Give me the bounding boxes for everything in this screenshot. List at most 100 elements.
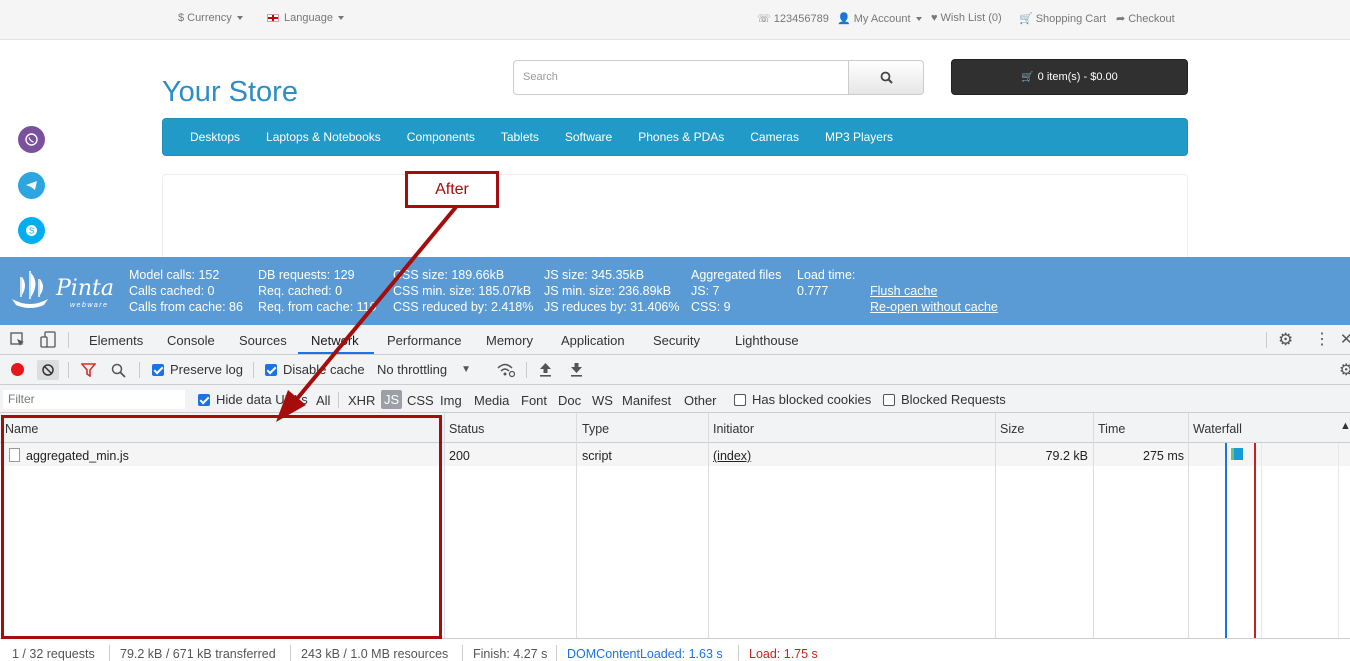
skype-icon[interactable]: S — [18, 217, 45, 244]
type-filter-doc[interactable]: Doc — [558, 393, 581, 408]
user-icon: 👤 — [837, 13, 851, 25]
inspect-element-icon[interactable] — [10, 332, 26, 348]
request-time: 275 ms — [1143, 449, 1184, 463]
checkbox-checked — [198, 393, 210, 406]
tab-console[interactable]: Console — [167, 333, 215, 348]
column-header-time[interactable]: Time — [1098, 422, 1125, 436]
search-input[interactable]: Search — [513, 60, 849, 95]
divider — [109, 645, 110, 661]
clear-button[interactable] — [37, 360, 59, 380]
close-icon[interactable]: ✕ — [1340, 330, 1350, 348]
record-icon[interactable] — [11, 363, 24, 376]
filter-input[interactable]: Filter — [3, 390, 185, 409]
waterfall-grid-line — [1338, 443, 1339, 661]
preserve-log-checkbox[interactable]: Preserve log — [152, 362, 243, 377]
tab-network[interactable]: Network — [311, 333, 359, 348]
flag-icon — [267, 14, 279, 22]
menu-item-software[interactable]: Software — [552, 130, 625, 144]
language-dropdown[interactable]: Language — [267, 12, 344, 24]
type-filter-media[interactable]: Media — [474, 393, 509, 408]
flush-cache-link[interactable]: Flush cache — [870, 283, 937, 299]
network-settings-gear-icon[interactable]: ⚙ — [1339, 360, 1350, 380]
throttling-select[interactable]: No throttling ▼ — [377, 362, 471, 377]
menu-item-phones[interactable]: Phones & PDAs — [625, 130, 737, 144]
tab-elements[interactable]: Elements — [89, 333, 143, 348]
phone-link[interactable]: ☏ 123456789 — [757, 12, 829, 26]
type-filter-xhr[interactable]: XHR — [348, 393, 375, 408]
menu-item-laptops[interactable]: Laptops & Notebooks — [253, 130, 394, 144]
menu-item-mp3[interactable]: MP3 Players — [812, 130, 906, 144]
type-filter-all[interactable]: All — [316, 393, 330, 408]
export-har-icon[interactable] — [570, 362, 583, 377]
caret-down-icon — [337, 16, 344, 20]
menu-item-components[interactable]: Components — [394, 130, 488, 144]
load-time: Load: 1.75 s — [749, 647, 818, 661]
search-icon[interactable] — [111, 363, 126, 378]
import-har-icon[interactable] — [539, 362, 552, 377]
column-header-size[interactable]: Size — [1000, 422, 1024, 436]
device-toolbar-icon[interactable] — [40, 331, 56, 349]
reopen-without-cache-link[interactable]: Re-open without cache — [870, 299, 998, 315]
type-filter-img[interactable]: Img — [440, 393, 462, 408]
menu-item-tablets[interactable]: Tablets — [488, 130, 552, 144]
shopping-cart-link[interactable]: 🛒 Shopping Cart — [1019, 12, 1106, 26]
divider — [462, 645, 463, 661]
request-initiator-link[interactable]: (index) — [713, 449, 751, 463]
pinta-aggregated-stats: Aggregated files JS: 7 CSS: 9 — [691, 268, 782, 314]
wish-list-link[interactable]: ♥ Wish List (0) — [931, 12, 1002, 24]
checkout-link[interactable]: ➦ Checkout — [1116, 12, 1175, 26]
request-status: 200 — [449, 449, 470, 463]
type-filter-manifest[interactable]: Manifest — [622, 393, 671, 408]
menu-item-cameras[interactable]: Cameras — [737, 130, 812, 144]
more-options-icon[interactable]: ⋮ — [1314, 329, 1330, 349]
column-header-status[interactable]: Status — [449, 422, 484, 436]
divider — [526, 362, 527, 378]
finish-time: Finish: 4.27 s — [473, 647, 548, 661]
type-filter-font[interactable]: Font — [521, 393, 547, 408]
search-button[interactable] — [848, 60, 924, 95]
pinta-debug-bar: Pinta webware Model calls: 152 Calls cach… — [0, 257, 1350, 325]
type-filter-js[interactable]: JS — [381, 390, 403, 409]
divider — [68, 332, 69, 348]
cart-icon: 🛒 — [1019, 13, 1033, 25]
column-header-type[interactable]: Type — [582, 422, 609, 436]
hide-data-urls-checkbox[interactable]: Hide data URLs — [198, 392, 308, 407]
filter-icon[interactable] — [81, 363, 96, 377]
column-divider — [444, 413, 445, 638]
settings-gear-icon[interactable]: ⚙ — [1278, 330, 1293, 350]
divider — [253, 362, 254, 378]
network-filter-bar: Hide data URLs All XHR JS CSS Img Media … — [0, 385, 1350, 413]
type-filter-ws[interactable]: WS — [592, 393, 613, 408]
has-blocked-cookies-checkbox[interactable]: Has blocked cookies — [734, 392, 871, 407]
type-filter-css[interactable]: CSS — [407, 393, 434, 408]
pinta-css-stats: CSS size: 189.66kB CSS min. size: 185.07k… — [393, 268, 534, 314]
blocked-requests-checkbox[interactable]: Blocked Requests — [883, 392, 1006, 407]
viber-icon[interactable] — [18, 126, 45, 153]
column-divider — [1093, 413, 1094, 638]
tab-performance[interactable]: Performance — [387, 333, 461, 348]
tab-application[interactable]: Application — [561, 333, 625, 348]
divider — [290, 645, 291, 661]
cart-button[interactable]: 🛒 0 item(s) - $0.00 — [951, 59, 1188, 95]
content-area — [162, 174, 1188, 264]
column-header-initiator[interactable]: Initiator — [713, 422, 754, 436]
menu-item-desktops[interactable]: Desktops — [177, 130, 253, 144]
my-account-dropdown[interactable]: 👤 My Account — [837, 12, 922, 25]
tab-sources[interactable]: Sources — [239, 333, 287, 348]
request-size: 79.2 kB — [1045, 449, 1088, 463]
tab-lighthouse[interactable]: Lighthouse — [735, 333, 799, 348]
divider — [68, 362, 69, 378]
column-divider — [708, 413, 709, 638]
telegram-icon[interactable] — [18, 172, 45, 199]
disable-cache-checkbox[interactable]: Disable cache — [265, 362, 365, 377]
tab-security[interactable]: Security — [653, 333, 700, 348]
type-filter-other[interactable]: Other — [684, 393, 717, 408]
pinta-logo: Pinta webware — [8, 265, 123, 318]
svg-text:S: S — [29, 227, 34, 236]
network-conditions-icon[interactable] — [497, 362, 515, 378]
column-header-waterfall[interactable]: Waterfall — [1193, 422, 1242, 436]
tab-memory[interactable]: Memory — [486, 333, 533, 348]
caret-down-icon — [915, 16, 922, 21]
store-logo[interactable]: Your Store — [162, 76, 298, 109]
currency-dropdown[interactable]: $ Currency — [178, 12, 243, 24]
